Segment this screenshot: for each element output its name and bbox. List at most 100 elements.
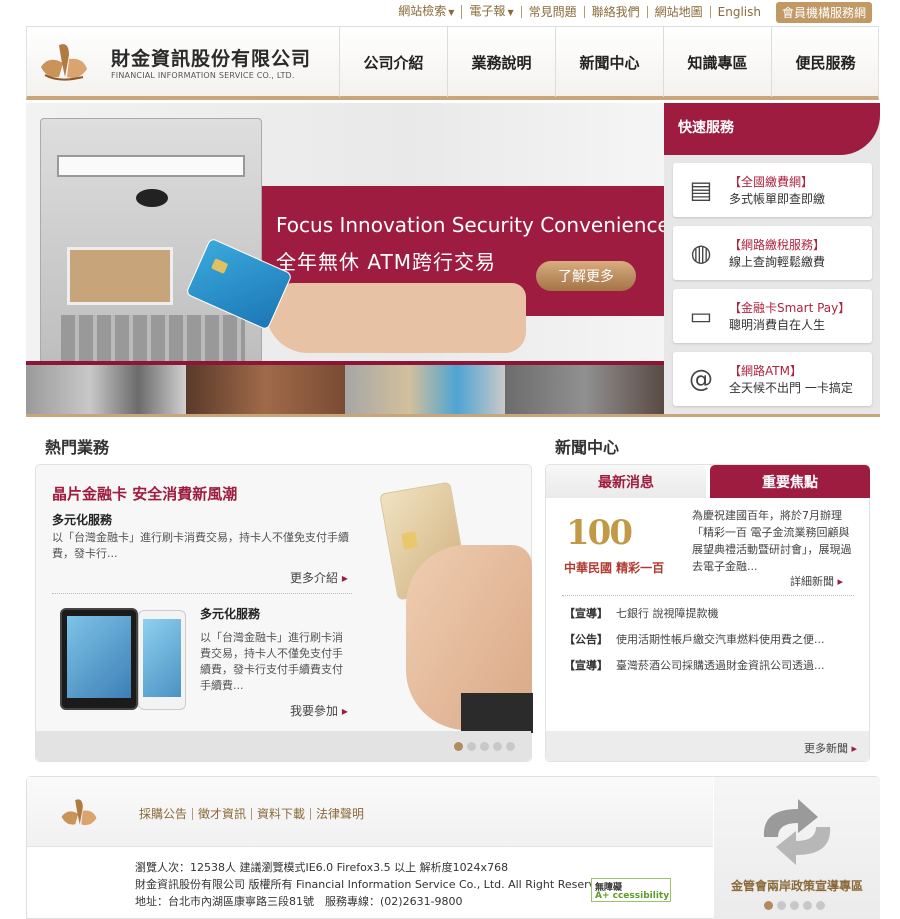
section-divider xyxy=(26,414,880,417)
footer-link-downloads[interactable]: 資料下載 xyxy=(251,808,310,820)
bill-icon: ▤ xyxy=(689,176,713,204)
detail-news-link[interactable]: 詳細新聞 xyxy=(790,573,843,589)
banner-thumbnails xyxy=(26,365,664,414)
footer-logo xyxy=(61,799,97,826)
more-news-link[interactable]: 更多新聞 xyxy=(804,740,857,756)
carousel-dot[interactable] xyxy=(790,901,799,910)
carousel-dot[interactable] xyxy=(454,742,463,751)
main-nav: 公司介紹 業務說明 新聞中心 知識專區 便民服務 xyxy=(339,27,879,97)
news-center-title: 新聞中心 xyxy=(555,438,620,457)
member-service-button[interactable]: 會員機構服務網 xyxy=(775,1,872,23)
nav-item-news[interactable]: 新聞中心 xyxy=(555,27,663,97)
news-item[interactable]: 【宣導】 臺灣菸酒公司採購透過財金資訊公司透過... xyxy=(564,657,825,673)
quick-service-item-title: 【網路ATM】 xyxy=(729,364,802,378)
quick-service-item-desc: 聰明消費自在人生 xyxy=(729,318,826,332)
hot-description: 以「台灣金融卡」進行刷卡消費交易，持卡人不僅免支付手續費，發卡行支付手續費支付手… xyxy=(200,631,343,692)
quick-service-item-desc: 多式帳單即查即繳 xyxy=(729,192,826,206)
contact-link[interactable]: 聯絡我們 xyxy=(583,6,647,18)
tablet-screen xyxy=(67,616,131,698)
tab-focus[interactable]: 重要焦點 xyxy=(710,465,870,498)
card-chip xyxy=(401,531,418,550)
at-icon: @ xyxy=(689,365,713,393)
divider xyxy=(562,595,854,596)
sleeve-image xyxy=(461,693,533,733)
hot-subtitle: 多元化服務 xyxy=(200,607,261,621)
newsletter-link[interactable]: 電子報 ▼ xyxy=(461,5,520,19)
news-item[interactable]: 【公告】 使用活期性帳戶繳交汽車燃料使用費之便... xyxy=(564,631,825,647)
card-chip xyxy=(210,258,229,274)
accessibility-badge-sub: A+ ccessibility xyxy=(595,891,670,901)
atm-keypad xyxy=(61,315,245,363)
hot-description: 以「台灣金融卡」進行刷卡消費交易，持卡人不僅免支付手續費，發卡行... xyxy=(52,531,349,560)
hot-business-title: 熱門業務 xyxy=(45,438,110,457)
footer-info: 瀏覽人次：12538人 建議瀏覽模式IE6.0 Firefox3.5 以上 解析… xyxy=(135,859,612,910)
tablet-white-image xyxy=(138,610,186,710)
carousel-dot[interactable] xyxy=(816,901,825,910)
english-link[interactable]: English xyxy=(709,6,768,18)
chevron-down-icon: ▼ xyxy=(448,8,455,17)
centennial-caption: 中華民國 精彩一百 xyxy=(564,561,665,575)
centennial-logo: 100 xyxy=(566,513,633,553)
card-reader-icon: ▭ xyxy=(689,302,713,330)
atm-camera xyxy=(136,189,168,207)
policy-promo[interactable]: 金管會兩岸政策宣導專區 xyxy=(714,777,880,919)
quick-service-item-desc: 線上查詢輕鬆繳費 xyxy=(729,255,826,269)
hot-subtitle: 多元化服務 xyxy=(52,513,113,527)
accessibility-badge[interactable]: 無障礙 A+ ccessibility xyxy=(591,878,671,902)
policy-promo-caption: 金管會兩岸政策宣導專區 xyxy=(730,879,863,893)
carousel-dot[interactable] xyxy=(506,742,515,751)
news-tag: 【宣導】 xyxy=(564,659,608,672)
header: 財金資訊股份有限公司 FINANCIAL INFORMATION SERVICE… xyxy=(26,26,879,100)
quick-service-item-title: 【全國繳費網】 xyxy=(729,175,814,189)
nav-item-business[interactable]: 業務說明 xyxy=(447,27,555,97)
promo-carousel-dots xyxy=(764,901,825,910)
banner-thumb[interactable] xyxy=(504,365,664,414)
company-logo[interactable] xyxy=(35,37,93,87)
cycle-arrows-icon xyxy=(763,799,831,865)
news-item[interactable]: 【宣導】 七銀行 說視障提款機 xyxy=(564,605,719,621)
divider xyxy=(52,593,352,594)
company-name-en: FINANCIAL INFORMATION SERVICE CO., LTD. xyxy=(111,71,295,80)
quick-service-item-tax[interactable]: ◍ 【網路繳稅服務】 線上查詢輕鬆繳費 xyxy=(673,226,872,280)
globe-icon: ◍ xyxy=(690,239,712,267)
nav-item-about[interactable]: 公司介紹 xyxy=(339,27,447,97)
banner-tagline-en: Focus Innovation Security Convenience xyxy=(276,213,664,237)
carousel-dot[interactable] xyxy=(803,901,812,910)
banner-thumb[interactable] xyxy=(185,365,345,414)
news-text: 使用活期性帳戶繳交汽車燃料使用費之便... xyxy=(616,633,825,646)
news-text: 七銀行 說視障提款機 xyxy=(616,607,719,620)
tab-latest-news[interactable]: 最新消息 xyxy=(546,465,706,498)
footer-link-careers[interactable]: 徵才資訊 xyxy=(192,808,251,820)
join-link[interactable]: 我要參加 xyxy=(290,702,348,719)
utility-bar: 網站檢索 ▼ 電子報 ▼ 常見問題 聯絡我們 網站地圖 English 會員機構服務… xyxy=(391,0,872,24)
footer-links-bar: 採購公告 徵才資訊 資料下載 法律聲明 xyxy=(27,777,713,847)
learn-more-button[interactable]: 了解更多 xyxy=(536,261,636,291)
banner-thumb[interactable] xyxy=(345,365,505,414)
quick-service-item-webatm[interactable]: @ 【網路ATM】 全天候不出門 一卡搞定 xyxy=(673,352,872,406)
hot-footer xyxy=(36,731,531,761)
more-intro-link[interactable]: 更多介紹 xyxy=(290,569,348,586)
quick-service-panel: 快速服務 ▤ 【全國繳費網】 多式帳單即查即繳 ◍ 【網路繳稅服務】 線上查詢輕… xyxy=(664,103,880,415)
banner-thumb[interactable] xyxy=(26,365,186,414)
banner-tagline-zh: 全年無休 ATM跨行交易 xyxy=(276,250,496,274)
carousel-dot[interactable] xyxy=(764,901,773,910)
carousel-dot[interactable] xyxy=(467,742,476,751)
carousel-dot[interactable] xyxy=(480,742,489,751)
carousel-dot[interactable] xyxy=(777,901,786,910)
quick-service-item-title: 【金融卡Smart Pay】 xyxy=(729,301,851,315)
sitemap-link[interactable]: 網站地圖 xyxy=(646,6,710,18)
quick-service-item-bill[interactable]: ▤ 【全國繳費網】 多式帳單即查即繳 xyxy=(673,163,872,217)
feature-description: 為慶祝建國百年，將於7月辦理「精彩一百 電子金流業務回顧與展望典禮活動暨研討會」… xyxy=(692,509,852,573)
news-footer: 更多新聞 xyxy=(546,731,869,761)
site-search-link[interactable]: 網站檢索 ▼ xyxy=(391,5,461,19)
faq-link[interactable]: 常見問題 xyxy=(520,6,584,18)
quick-service-item-title: 【網路繳稅服務】 xyxy=(729,238,826,252)
footer-link-procurement[interactable]: 採購公告 xyxy=(139,808,192,820)
carousel-dot[interactable] xyxy=(493,742,502,751)
footer-link-legal[interactable]: 法律聲明 xyxy=(310,808,369,820)
quick-service-item-smartpay[interactable]: ▭ 【金融卡Smart Pay】 聰明消費自在人生 xyxy=(673,289,872,343)
nav-item-services[interactable]: 便民服務 xyxy=(771,27,879,97)
hot-headline[interactable]: 晶片金融卡 安全消費新風潮 xyxy=(52,483,237,504)
nav-item-knowledge[interactable]: 知識專區 xyxy=(663,27,771,97)
newsletter-label: 電子報 xyxy=(469,4,506,18)
